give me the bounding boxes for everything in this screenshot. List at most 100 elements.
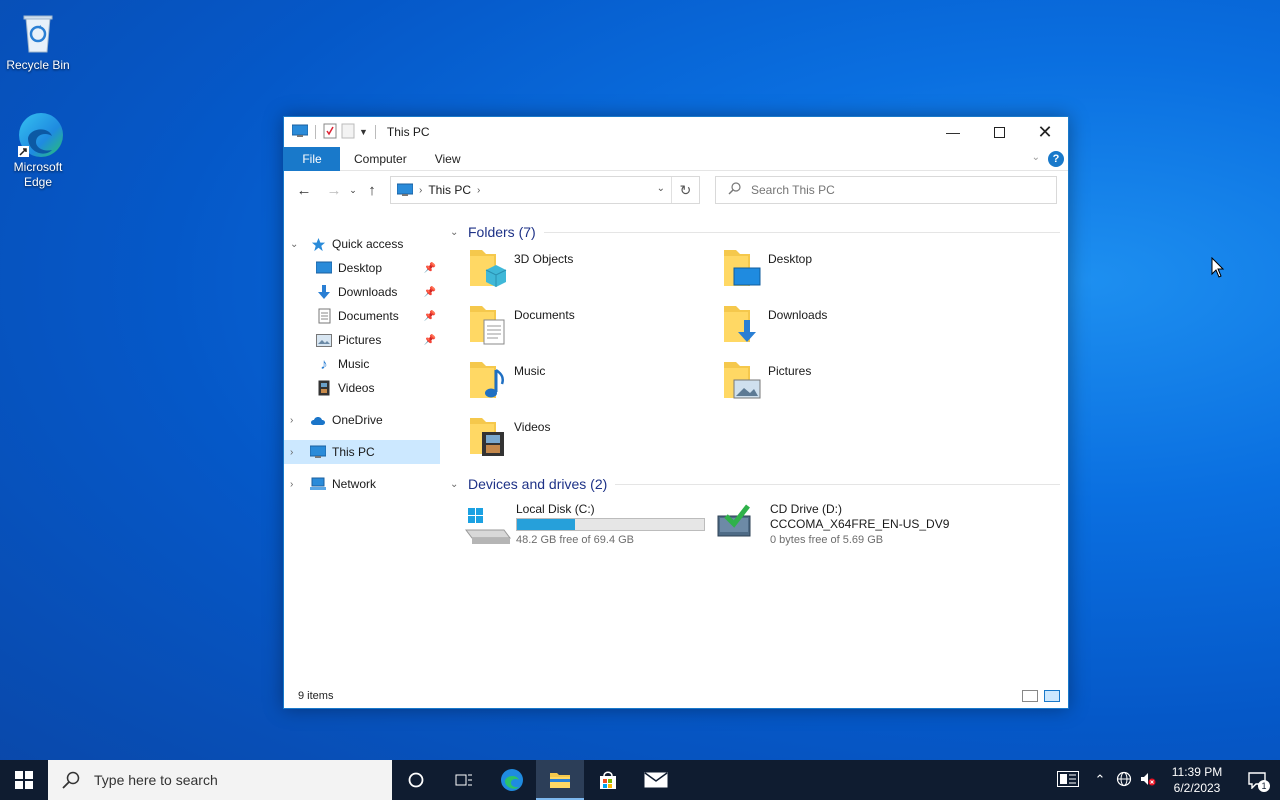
nav-documents[interactable]: Documents 📌	[284, 304, 440, 328]
drive-c[interactable]: Local Disk (C:) 48.2 GB free of 69.4 GB	[456, 502, 706, 554]
nav-label: Pictures	[338, 333, 382, 347]
tab-computer[interactable]: Computer	[340, 147, 421, 171]
navigation-pane: ⌄ Quick access Desktop 📌 Downloads 📌 Doc…	[284, 232, 440, 496]
breadcrumb-this-pc[interactable]: This PC	[428, 183, 471, 197]
volume-muted-icon[interactable]	[1136, 771, 1160, 790]
taskbar-mail[interactable]	[632, 760, 680, 800]
pin-icon[interactable]: 📌	[424, 335, 436, 346]
refresh-button[interactable]: ↻	[671, 177, 699, 203]
expand-chevron-icon[interactable]: ›	[290, 479, 293, 490]
help-button[interactable]: ?	[1048, 151, 1064, 167]
collapse-chevron-icon[interactable]: ⌄	[450, 227, 468, 238]
folder-label: Documents	[514, 308, 575, 322]
forward-button[interactable]: →	[322, 178, 346, 202]
nav-music[interactable]: ♪ Music	[284, 352, 440, 376]
expand-chevron-icon[interactable]: ›	[290, 447, 293, 458]
desktop-icon-recycle-bin[interactable]: Recycle Bin	[0, 8, 76, 73]
show-hidden-icons-chevron-icon[interactable]: ⌃	[1088, 772, 1112, 788]
network-icon	[310, 476, 326, 492]
taskbar-search-box[interactable]: Type here to search	[48, 760, 392, 800]
customize-qat-icon[interactable]: ▼	[359, 127, 368, 137]
expand-ribbon-icon[interactable]: ⌄	[1032, 152, 1040, 163]
close-button[interactable]: ✕	[1022, 117, 1068, 147]
search-input[interactable]	[751, 183, 1031, 197]
nav-videos[interactable]: Videos	[284, 376, 440, 400]
chevron-right-icon[interactable]: ›	[419, 185, 422, 196]
recent-locations-button[interactable]: ⌄	[346, 178, 360, 202]
chevron-right-icon[interactable]: ›	[477, 185, 480, 196]
nav-quick-access[interactable]: ⌄ Quick access	[284, 232, 440, 256]
folder-downloads-icon	[722, 302, 762, 346]
download-arrow-icon	[316, 284, 332, 300]
large-icons-view-button[interactable]	[1044, 690, 1060, 702]
tab-view[interactable]: View	[421, 147, 475, 171]
edge-icon	[501, 769, 523, 791]
details-view-button[interactable]	[1022, 690, 1038, 702]
new-folder-icon[interactable]	[341, 123, 355, 142]
nav-onedrive[interactable]: › OneDrive	[284, 408, 440, 432]
drives-group-header[interactable]: ⌄ Devices and drives (2)	[442, 472, 1060, 496]
nav-downloads[interactable]: Downloads 📌	[284, 280, 440, 304]
collapse-chevron-icon[interactable]: ⌄	[290, 239, 298, 250]
folder-downloads[interactable]: Downloads	[696, 302, 936, 354]
nav-network[interactable]: › Network	[284, 472, 440, 496]
up-button[interactable]: ↑	[360, 178, 384, 202]
address-bar[interactable]: › This PC › ⌄ ↻	[390, 176, 700, 204]
action-center-button[interactable]: 1	[1234, 760, 1280, 800]
start-button[interactable]	[0, 760, 48, 800]
mail-envelope-icon	[644, 772, 668, 788]
folder-desktop[interactable]: Desktop	[696, 246, 936, 298]
network-globe-icon[interactable]	[1112, 771, 1136, 790]
folder-documents[interactable]: Documents	[442, 302, 682, 354]
drive-volume-label: CCCOMA_X64FRE_EN-US_DV9	[770, 517, 950, 531]
tab-file[interactable]: File	[284, 146, 340, 171]
news-icon[interactable]	[1048, 770, 1088, 790]
folders-group-header[interactable]: ⌄ Folders (7)	[442, 220, 1060, 244]
nav-this-pc[interactable]: › This PC	[284, 440, 440, 464]
clock[interactable]: 11:39 PM 6/2/2023	[1160, 764, 1234, 796]
desktop-icon-edge[interactable]: Microsoft Edge	[0, 110, 76, 190]
folder-videos[interactable]: Videos	[442, 414, 682, 466]
title-bar[interactable]: ▼ This PC — ✕	[284, 117, 1068, 147]
folder-pictures[interactable]: Pictures	[696, 358, 936, 410]
expand-chevron-icon[interactable]: ›	[290, 415, 293, 426]
cloud-icon	[310, 412, 326, 428]
folder-label: Music	[514, 364, 546, 378]
address-dropdown-icon[interactable]: ⌄	[657, 183, 665, 194]
folder-3d-objects[interactable]: 3D Objects	[442, 246, 682, 298]
pin-icon[interactable]: 📌	[424, 311, 436, 322]
desktop-icon-label: Recycle Bin	[6, 58, 70, 72]
collapse-chevron-icon[interactable]: ⌄	[450, 479, 468, 490]
folder-music[interactable]: Music	[442, 358, 682, 410]
pin-icon[interactable]: 📌	[424, 287, 436, 298]
content-pane: ⌄ Folders (7) 3D Objects Desktop Documen…	[442, 220, 1060, 556]
windows-drive-icon	[465, 508, 511, 544]
nav-pictures[interactable]: Pictures 📌	[284, 328, 440, 352]
cortana-button[interactable]	[392, 760, 440, 800]
drive-free-space: 48.2 GB free of 69.4 GB	[516, 534, 635, 546]
properties-icon[interactable]	[323, 123, 337, 142]
drive-d[interactable]: CD Drive (D:) CCCOMA_X64FRE_EN-US_DV9 0 …	[710, 502, 960, 554]
recycle-bin-icon	[14, 8, 62, 56]
pin-icon[interactable]: 📌	[424, 263, 436, 274]
cortana-circle-icon	[408, 772, 424, 788]
back-button[interactable]: ←	[292, 178, 316, 202]
folder-videos-icon	[468, 414, 508, 458]
drive-free-space: 0 bytes free of 5.69 GB	[770, 534, 884, 546]
nav-label: Videos	[338, 381, 375, 395]
nav-desktop[interactable]: Desktop 📌	[284, 256, 440, 280]
search-box[interactable]	[715, 176, 1057, 204]
taskbar-store[interactable]	[584, 760, 632, 800]
document-icon	[316, 308, 332, 324]
clock-date: 6/2/2023	[1173, 781, 1221, 795]
this-pc-icon	[291, 124, 309, 141]
task-view-button[interactable]	[440, 760, 488, 800]
maximize-button[interactable]	[976, 117, 1022, 147]
minimize-button[interactable]: —	[930, 117, 976, 147]
taskbar-edge[interactable]	[488, 760, 536, 800]
search-icon	[728, 182, 741, 198]
taskbar-file-explorer[interactable]	[536, 760, 584, 800]
file-explorer-window: ▼ This PC — ✕ File Computer View ⌄ ? ← →…	[283, 116, 1069, 709]
notification-count-badge: 1	[1258, 780, 1270, 792]
drive-name: CD Drive (D:)	[770, 502, 842, 516]
